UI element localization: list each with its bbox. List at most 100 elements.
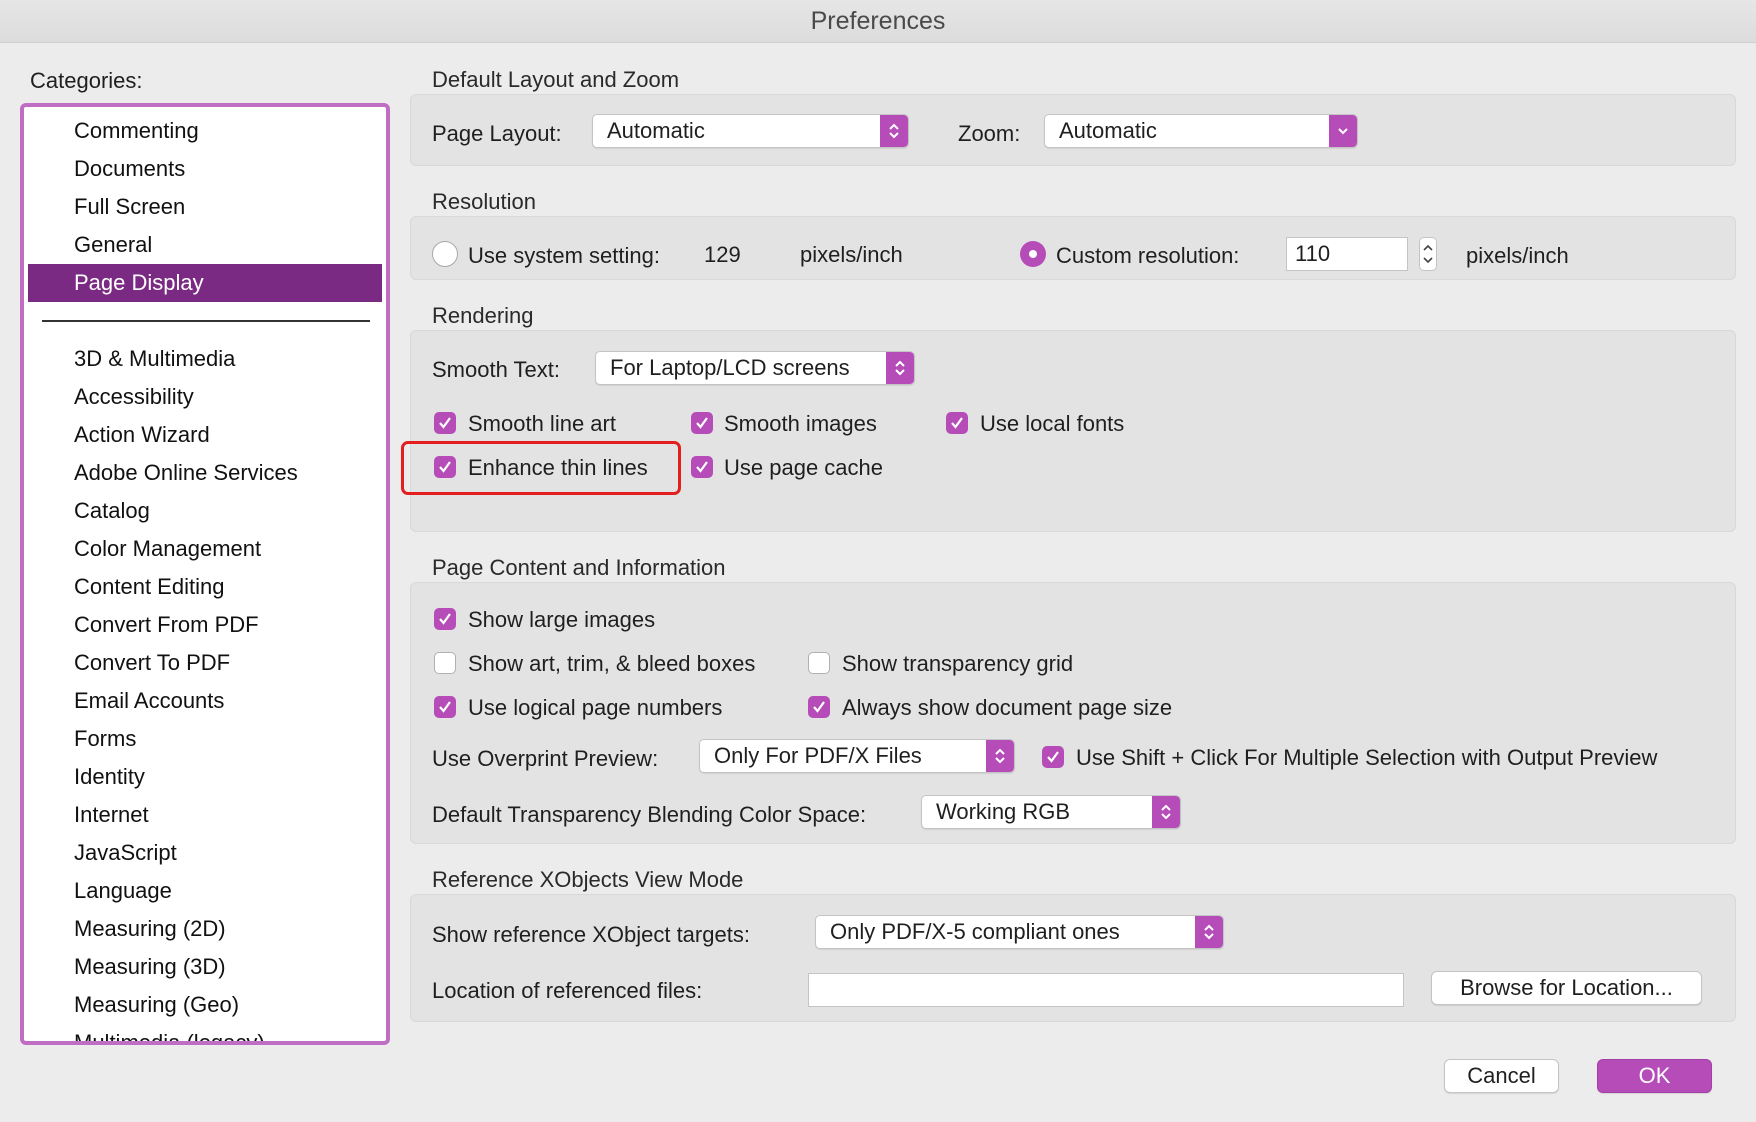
sidebar-item-language[interactable]: Language <box>24 872 386 910</box>
sidebar-item-convert-to-pdf[interactable]: Convert To PDF <box>24 644 386 682</box>
checkmark-icon <box>1047 751 1059 763</box>
updown-arrows-icon <box>1195 916 1223 948</box>
use-local-fonts-label: Use local fonts <box>980 411 1125 436</box>
sidebar-item-adobe-online-services[interactable]: Adobe Online Services <box>24 454 386 492</box>
use-local-fonts-checkbox[interactable] <box>946 412 968 434</box>
show-large-images-label: Show large images <box>468 607 656 632</box>
ok-button[interactable]: OK <box>1597 1059 1712 1093</box>
rendering-heading: Rendering <box>432 303 534 328</box>
checkmark-icon <box>439 417 451 429</box>
sidebar-item-3d-multimedia[interactable]: 3D & Multimedia <box>24 340 386 378</box>
chevron-down-icon <box>1329 115 1357 147</box>
updown-arrows-icon <box>886 352 914 384</box>
page-layout-label: Page Layout: <box>432 121 562 146</box>
sidebar-item-documents[interactable]: Documents <box>24 150 386 188</box>
system-resolution-unit: pixels/inch <box>800 242 903 267</box>
checkmark-icon <box>696 417 708 429</box>
sidebar-item-internet[interactable]: Internet <box>24 796 386 834</box>
referenced-files-location-label: Location of referenced files: <box>432 978 703 1003</box>
show-transparency-grid-checkbox[interactable] <box>808 652 830 674</box>
sidebar-item-email-accounts[interactable]: Email Accounts <box>24 682 386 720</box>
show-art-boxes-checkbox[interactable] <box>434 652 456 674</box>
show-transparency-grid-label: Show transparency grid <box>842 651 1074 676</box>
referenced-files-location-input[interactable] <box>808 973 1404 1007</box>
checkmark-icon <box>696 461 708 473</box>
highlight-box <box>401 441 681 495</box>
overprint-preview-label: Use Overprint Preview: <box>432 746 659 771</box>
cancel-button[interactable]: Cancel <box>1444 1059 1559 1093</box>
checkmark-icon <box>813 701 825 713</box>
smooth-images-checkbox[interactable] <box>691 412 713 434</box>
window-title: Preferences <box>0 0 1756 43</box>
custom-resolution-label: Custom resolution: <box>1056 243 1240 268</box>
system-resolution-value: 129 <box>704 242 741 267</box>
logical-page-numbers-checkbox[interactable] <box>434 696 456 718</box>
always-show-page-size-checkbox[interactable] <box>808 696 830 718</box>
overprint-preview-select[interactable]: Only For PDF/X Files <box>699 739 1015 773</box>
page-layout-select[interactable]: Automatic <box>592 114 909 148</box>
resolution-stepper[interactable] <box>1419 237 1437 271</box>
zoom-label: Zoom: <box>958 121 1021 146</box>
updown-arrows-icon <box>880 115 908 147</box>
sidebar-item-action-wizard[interactable]: Action Wizard <box>24 416 386 454</box>
sidebar-item-catalog[interactable]: Catalog <box>24 492 386 530</box>
categories-label: Categories: <box>30 68 143 93</box>
sidebar-item-measuring-2d[interactable]: Measuring (2D) <box>24 910 386 948</box>
sidebar-item-commenting[interactable]: Commenting <box>24 112 386 150</box>
updown-arrows-icon <box>986 740 1014 772</box>
sidebar-item-forms[interactable]: Forms <box>24 720 386 758</box>
sidebar-item-full-screen[interactable]: Full Screen <box>24 188 386 226</box>
xobject-targets-label: Show reference XObject targets: <box>432 922 750 947</box>
xobjects-heading: Reference XObjects View Mode <box>432 867 744 892</box>
stepper-arrows-icon <box>1423 244 1433 264</box>
zoom-value: Automatic <box>1059 118 1157 143</box>
sidebar-item-convert-from-pdf[interactable]: Convert From PDF <box>24 606 386 644</box>
always-show-page-size-label: Always show document page size <box>842 695 1173 720</box>
sidebar-item-identity[interactable]: Identity <box>24 758 386 796</box>
updown-arrows-icon <box>1152 796 1180 828</box>
blending-color-space-value: Working RGB <box>936 799 1071 824</box>
use-page-cache-label: Use page cache <box>724 455 883 480</box>
sidebar-item-javascript[interactable]: JavaScript <box>24 834 386 872</box>
shift-click-label: Use Shift + Click For Multiple Selection… <box>1076 745 1658 770</box>
xobject-targets-select[interactable]: Only PDF/X-5 compliant ones <box>815 915 1224 949</box>
custom-resolution-input[interactable]: 110 <box>1286 237 1408 271</box>
shift-click-checkbox[interactable] <box>1042 746 1064 768</box>
sidebar-item-general[interactable]: General <box>24 226 386 264</box>
checkmark-icon <box>951 417 963 429</box>
custom-resolution-radio[interactable] <box>1020 241 1046 267</box>
smooth-text-select[interactable]: For Laptop/LCD screens <box>595 351 915 385</box>
sidebar-item-measuring-3d[interactable]: Measuring (3D) <box>24 948 386 986</box>
sidebar-item-color-management[interactable]: Color Management <box>24 530 386 568</box>
overprint-preview-value: Only For PDF/X Files <box>714 743 922 768</box>
sidebar-item-page-display[interactable]: Page Display <box>28 264 382 302</box>
system-setting-radio[interactable] <box>432 241 458 267</box>
blending-color-space-label: Default Transparency Blending Color Spac… <box>432 802 867 827</box>
smooth-text-label: Smooth Text: <box>432 357 560 382</box>
custom-resolution-unit: pixels/inch <box>1466 243 1569 268</box>
smooth-text-value: For Laptop/LCD screens <box>610 355 850 380</box>
browse-location-button[interactable]: Browse for Location... <box>1431 971 1702 1005</box>
sidebar-item-measuring-geo[interactable]: Measuring (Geo) <box>24 986 386 1024</box>
resolution-heading: Resolution <box>432 189 536 214</box>
xobject-targets-value: Only PDF/X-5 compliant ones <box>830 919 1120 944</box>
sidebar-item-multimedia-legacy[interactable]: Multimedia (legacy) <box>24 1024 386 1041</box>
smooth-line-art-label: Smooth line art <box>468 411 616 436</box>
logical-page-numbers-label: Use logical page numbers <box>468 695 723 720</box>
smooth-line-art-checkbox[interactable] <box>434 412 456 434</box>
layout-zoom-heading: Default Layout and Zoom <box>432 67 680 92</box>
categories-list[interactable]: Commenting Documents Full Screen General… <box>20 103 390 1045</box>
blending-color-space-select[interactable]: Working RGB <box>921 795 1181 829</box>
show-large-images-checkbox[interactable] <box>434 608 456 630</box>
checkmark-icon <box>439 701 451 713</box>
sidebar-item-content-editing[interactable]: Content Editing <box>24 568 386 606</box>
system-setting-label: Use system setting: <box>468 243 660 268</box>
show-art-boxes-label: Show art, trim, & bleed boxes <box>468 651 756 676</box>
sidebar-separator <box>42 320 370 322</box>
use-page-cache-checkbox[interactable] <box>691 456 713 478</box>
zoom-select[interactable]: Automatic <box>1044 114 1358 148</box>
sidebar-item-accessibility[interactable]: Accessibility <box>24 378 386 416</box>
page-layout-value: Automatic <box>607 118 705 143</box>
checkmark-icon <box>439 613 451 625</box>
smooth-images-label: Smooth images <box>724 411 877 436</box>
